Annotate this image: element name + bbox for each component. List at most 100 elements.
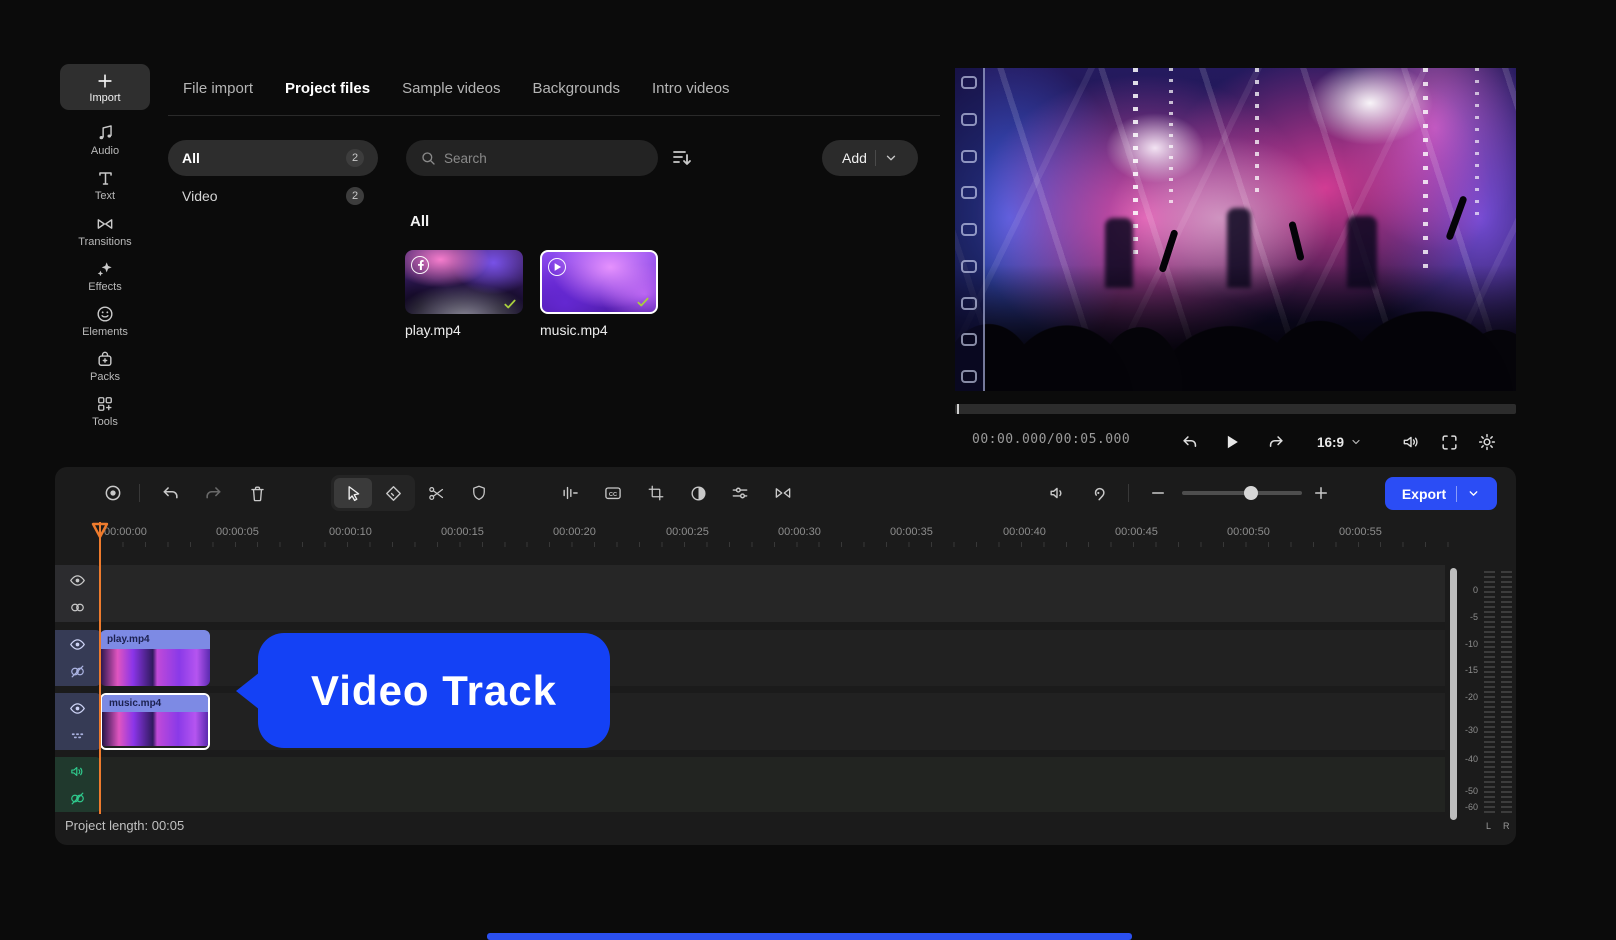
media-tabs: File import Project files Sample videos … (183, 80, 730, 111)
tab-sample-videos[interactable]: Sample videos (402, 80, 500, 111)
plus-icon (1312, 484, 1330, 502)
export-button[interactable]: Export (1385, 477, 1497, 510)
captions-button[interactable]: CC (600, 480, 626, 506)
tab-backgrounds[interactable]: Backgrounds (532, 80, 620, 111)
split-button[interactable] (423, 480, 449, 506)
film-sprocket (961, 260, 977, 273)
meter-scale-label: 0 (1473, 585, 1478, 595)
meter-channel-label: L (1486, 821, 1491, 831)
speaker-icon[interactable] (69, 763, 86, 780)
sidebar-item-audio[interactable]: Audio (60, 118, 150, 163)
filter-all[interactable]: All 2 (168, 140, 378, 176)
zoom-in-button[interactable] (1308, 480, 1334, 506)
skip-forward-icon (1266, 432, 1286, 452)
snap-button[interactable] (1087, 480, 1113, 506)
crop-button[interactable] (643, 480, 669, 506)
meter-scale-label: -60 (1465, 802, 1478, 812)
import-button[interactable]: Import (60, 64, 150, 110)
audio-level-meter: 0 -5 -10 -15 -20 -30 -40 -50 -60 L R (1458, 555, 1516, 825)
zoom-slider-knob[interactable] (1244, 486, 1258, 500)
preview-settings-button[interactable] (1474, 429, 1500, 455)
unlink-icon[interactable] (69, 790, 86, 807)
skip-forward-button[interactable] (1263, 429, 1289, 455)
sidebar-item-elements[interactable]: Elements (60, 298, 150, 343)
video-preview[interactable] (955, 68, 1516, 391)
filter-video[interactable]: Video 2 (168, 178, 378, 214)
tab-file-import[interactable]: File import (183, 80, 253, 111)
fullscreen-button[interactable] (1436, 429, 1462, 455)
sidebar-item-packs[interactable]: Packs (60, 343, 150, 388)
sidebar-item-text[interactable]: Text (60, 163, 150, 208)
timeline-clip-music[interactable]: music.mp4 (100, 693, 210, 750)
transition-button[interactable] (770, 480, 796, 506)
search-box[interactable] (406, 140, 658, 176)
check-icon (502, 297, 518, 311)
sort-button[interactable] (670, 146, 696, 172)
track-lane[interactable] (100, 565, 1445, 622)
sort-icon (670, 146, 694, 170)
timeline-clip-play[interactable]: play.mp4 (100, 630, 210, 686)
skip-back-button[interactable] (1177, 429, 1203, 455)
track-lane[interactable] (100, 757, 1445, 812)
link-icon[interactable] (69, 599, 86, 616)
record-button[interactable] (100, 480, 126, 506)
chevron-down-icon[interactable] (1467, 487, 1480, 500)
import-label: Import (89, 92, 120, 104)
media-item-music[interactable] (540, 250, 658, 314)
select-tool-button[interactable] (334, 478, 372, 508)
sidebar-item-transitions[interactable]: Transitions (60, 208, 150, 253)
track-row-empty (55, 565, 1445, 622)
eye-icon[interactable] (69, 700, 86, 717)
redo-button[interactable] (200, 480, 226, 506)
playhead-handle-icon[interactable] (91, 522, 109, 540)
settings-gear-icon (1477, 432, 1497, 452)
mute-track-button[interactable] (1044, 480, 1070, 506)
timeline-zoom-slider[interactable] (1182, 491, 1302, 495)
play-button[interactable] (1219, 429, 1245, 455)
preview-seek-bar[interactable] (955, 404, 1516, 414)
audio-levels-button[interactable] (557, 480, 583, 506)
delete-button[interactable] (244, 480, 270, 506)
sidebar-item-effects[interactable]: Effects (60, 253, 150, 298)
search-input[interactable] (444, 151, 624, 166)
ruler-tick: 00:00:55 (1339, 526, 1382, 538)
svg-text:CC: CC (609, 492, 617, 498)
timeline-ruler[interactable]: 00:00:00 00:00:05 00:00:10 00:00:15 00:0… (55, 519, 1455, 549)
chevron-down-icon[interactable] (884, 151, 898, 165)
minus-icon (1149, 484, 1167, 502)
tab-intro-videos[interactable]: Intro videos (652, 80, 730, 111)
add-button[interactable]: Add (822, 140, 918, 176)
track-header (55, 757, 100, 812)
sidebar-item-label: Tools (92, 416, 118, 428)
ruler-tick: 00:00:00 (104, 526, 147, 538)
mask-button[interactable] (466, 480, 492, 506)
aspect-ratio-button[interactable]: 16:9 (1317, 429, 1362, 455)
timeline-playhead[interactable] (99, 522, 101, 814)
timecode: 00:00.000/00:05.000 (972, 432, 1130, 447)
preview-volume-button[interactable] (1398, 429, 1424, 455)
eye-icon[interactable] (69, 572, 86, 589)
beat-marks-icon[interactable] (69, 727, 86, 744)
meter-scale-label: -20 (1465, 692, 1478, 702)
undo-button[interactable] (158, 480, 184, 506)
eye-icon[interactable] (69, 636, 86, 653)
sidebar-item-label: Text (95, 190, 115, 202)
vertical-scrollbar[interactable] (1450, 568, 1457, 820)
filter-count-badge: 2 (346, 149, 364, 167)
film-sprocket (961, 370, 977, 383)
media-filter-list: All 2 Video 2 (168, 140, 378, 214)
zoom-out-button[interactable] (1145, 480, 1171, 506)
seek-playhead[interactable] (957, 404, 959, 414)
contrast-button[interactable] (685, 480, 711, 506)
meter-scale-label: -10 (1465, 639, 1478, 649)
film-sprocket (961, 76, 977, 89)
blade-tool-button[interactable] (374, 478, 412, 508)
media-item-play[interactable] (405, 250, 523, 314)
meter-scale-label: -15 (1465, 665, 1478, 675)
tab-project-files[interactable]: Project files (285, 80, 370, 111)
unlink-icon[interactable] (69, 663, 86, 680)
sidebar-item-tools[interactable]: Tools (60, 388, 150, 433)
toolbar-divider (1128, 484, 1129, 502)
smiley-icon (95, 304, 115, 324)
adjust-button[interactable] (727, 480, 753, 506)
